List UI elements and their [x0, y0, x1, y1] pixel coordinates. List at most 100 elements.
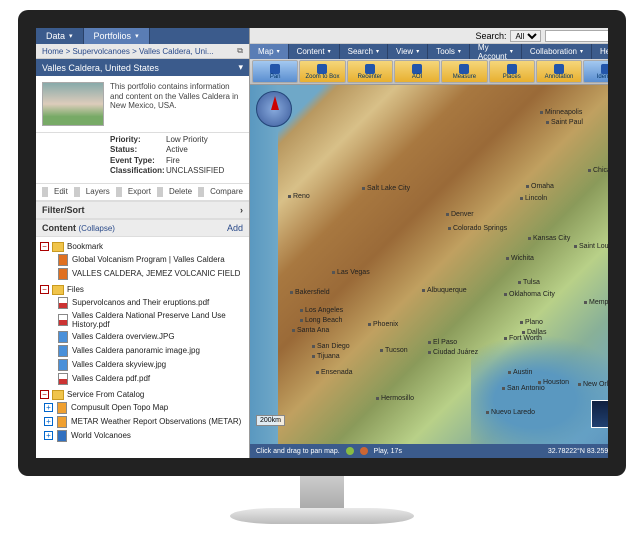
tool-places[interactable]: Places	[489, 60, 535, 83]
layers-icon[interactable]	[74, 187, 80, 197]
tab-map[interactable]: Map▾	[250, 44, 289, 59]
city-label: Wichita	[506, 255, 534, 262]
tab-data[interactable]: Data▾	[36, 28, 84, 44]
collapse-icon[interactable]: −	[40, 285, 49, 294]
compass-icon[interactable]	[256, 91, 292, 127]
file-icon	[58, 331, 68, 343]
add-link[interactable]: Add	[227, 223, 243, 233]
folder-icon	[52, 285, 64, 295]
collapse-link[interactable]: (Collapse)	[79, 224, 115, 233]
menu-view[interactable]: View▾	[388, 44, 428, 59]
tool-measure[interactable]: Measure	[441, 60, 487, 83]
filter-sort-bar[interactable]: Filter/Sort ›	[36, 201, 249, 219]
file-icon	[58, 314, 68, 326]
search-input[interactable]	[545, 30, 608, 42]
monitor-bezel: Data▾ Portfolios▾ Home > Supervolcanoes …	[18, 10, 626, 476]
tree-item[interactable]: +METAR Weather Report Observations (META…	[40, 415, 245, 429]
tree-item[interactable]: +World Volcanoes	[40, 429, 245, 443]
folder-files[interactable]: − Files	[40, 284, 245, 296]
edit-button[interactable]: Edit	[54, 187, 68, 196]
tree-item[interactable]: +Compusult Open Topo Map	[40, 401, 245, 415]
folder-bookmark[interactable]: − Bookmark	[40, 241, 245, 253]
tree-item[interactable]: VALLES CALDERA, JEMEZ VOLCANIC FIELD	[40, 267, 245, 281]
tool-icon	[459, 64, 469, 74]
collapse-icon[interactable]: −	[40, 390, 49, 399]
city-label: Saint Louis	[574, 243, 608, 250]
menu-collaboration[interactable]: Collaboration▾	[522, 44, 592, 59]
city-label: Santa Ana	[292, 327, 329, 334]
tool-identify[interactable]: Identify	[583, 60, 608, 83]
menu-search[interactable]: Search▾	[340, 44, 388, 59]
status-icon	[360, 447, 368, 455]
service-icon	[57, 416, 67, 428]
portfolio-toolbar: Edit Layers Export Delete Compare	[36, 184, 249, 201]
tool-zoom-to-box[interactable]: Zoom to Box	[299, 60, 345, 83]
status-icon	[346, 447, 354, 455]
overview-map[interactable]	[591, 400, 608, 428]
city-label: Denver	[446, 211, 474, 218]
export-icon[interactable]	[116, 187, 122, 197]
screen: Data▾ Portfolios▾ Home > Supervolcanoes …	[36, 28, 608, 458]
tool-pan[interactable]: Pan	[252, 60, 298, 83]
portfolio-description: This portfolio contains information and …	[110, 82, 243, 126]
menu-content[interactable]: Content▾	[289, 44, 340, 59]
tool-aoi[interactable]: AOI	[394, 60, 440, 83]
expand-icon[interactable]: +	[44, 403, 53, 412]
file-icon	[58, 345, 68, 357]
tool-annotation[interactable]: Annotation	[536, 60, 582, 83]
crumb-current[interactable]: Valles Caldera, Uni...	[139, 47, 214, 56]
city-label: Fort Worth	[504, 335, 542, 342]
delete-button[interactable]: Delete	[169, 187, 192, 196]
search-scope-select[interactable]: All	[510, 30, 541, 42]
tree-item[interactable]: Valles Caldera National Preserve Land Us…	[40, 310, 245, 330]
menu-my-account[interactable]: My Account▾	[470, 44, 522, 59]
expand-icon[interactable]: +	[44, 431, 53, 440]
portfolio-meta: Priority:Low Priority Status:Active Even…	[36, 133, 249, 184]
content-header: Content (Collapse) Add	[36, 219, 249, 237]
scale-bar: 200km	[256, 415, 285, 426]
city-label: Omaha	[526, 183, 554, 190]
edit-icon[interactable]	[42, 187, 48, 197]
tree-item[interactable]: Valles Caldera overview.JPG	[40, 330, 245, 344]
city-label: Chicag	[588, 167, 608, 174]
tool-recenter[interactable]: Recenter	[347, 60, 393, 83]
service-icon	[57, 402, 67, 414]
city-label: Phoenix	[368, 321, 398, 328]
status-hint: Click and drag to pan map.	[256, 448, 340, 455]
tab-portfolios[interactable]: Portfolios▾	[84, 28, 150, 44]
menu-tools[interactable]: Tools▾	[428, 44, 470, 59]
menu-help[interactable]: Help▾	[592, 44, 608, 59]
layers-button[interactable]: Layers	[86, 187, 110, 196]
city-label: Lincoln	[520, 195, 547, 202]
folder-icon	[52, 242, 64, 252]
export-button[interactable]: Export	[128, 187, 151, 196]
delete-icon[interactable]	[157, 187, 163, 197]
tree-item[interactable]: Global Volcanism Program | Valles Calder…	[40, 253, 245, 267]
city-label: Colorado Springs	[448, 225, 507, 232]
crumb-supervolcanoes[interactable]: Supervolcanoes	[72, 47, 129, 56]
compare-button[interactable]: Compare	[210, 187, 243, 196]
city-label: Tulsa	[518, 279, 540, 286]
map-tool-strip: PanZoom to BoxRecenterAOIMeasurePlacesAn…	[250, 59, 608, 85]
portfolio-title-bar[interactable]: Valles Caldera, United States ▾	[36, 59, 249, 76]
crumb-home[interactable]: Home	[42, 47, 63, 56]
map-canvas[interactable]: MinneapolisSaint PaulOmahaLincolnChicagS…	[250, 85, 608, 444]
popout-icon[interactable]: ⧉	[237, 46, 243, 56]
city-label: Reno	[288, 193, 310, 200]
collapse-icon[interactable]: −	[40, 242, 49, 251]
left-panel: Data▾ Portfolios▾ Home > Supervolcanoes …	[36, 28, 250, 458]
info-block: This portfolio contains information and …	[36, 76, 249, 133]
tree-item[interactable]: Valles Caldera skyview.jpg	[40, 358, 245, 372]
tool-icon	[601, 64, 608, 74]
city-label: Nuevo Laredo	[486, 409, 535, 416]
expand-icon[interactable]: +	[44, 417, 53, 426]
city-label: Ciudad Juárez	[428, 349, 478, 356]
chevron-down-icon: ▾	[238, 62, 243, 73]
folder-catalog[interactable]: − Service From Catalog	[40, 389, 245, 401]
service-icon	[57, 430, 67, 442]
tree-item[interactable]: Valles Caldera panoramic image.jpg	[40, 344, 245, 358]
breadcrumb: Home > Supervolcanoes > Valles Caldera, …	[36, 44, 249, 59]
tree-item[interactable]: Supervolcanos and Their eruptions.pdf	[40, 296, 245, 310]
tree-item[interactable]: Valles Caldera pdf.pdf	[40, 372, 245, 386]
compare-icon[interactable]	[198, 187, 204, 197]
